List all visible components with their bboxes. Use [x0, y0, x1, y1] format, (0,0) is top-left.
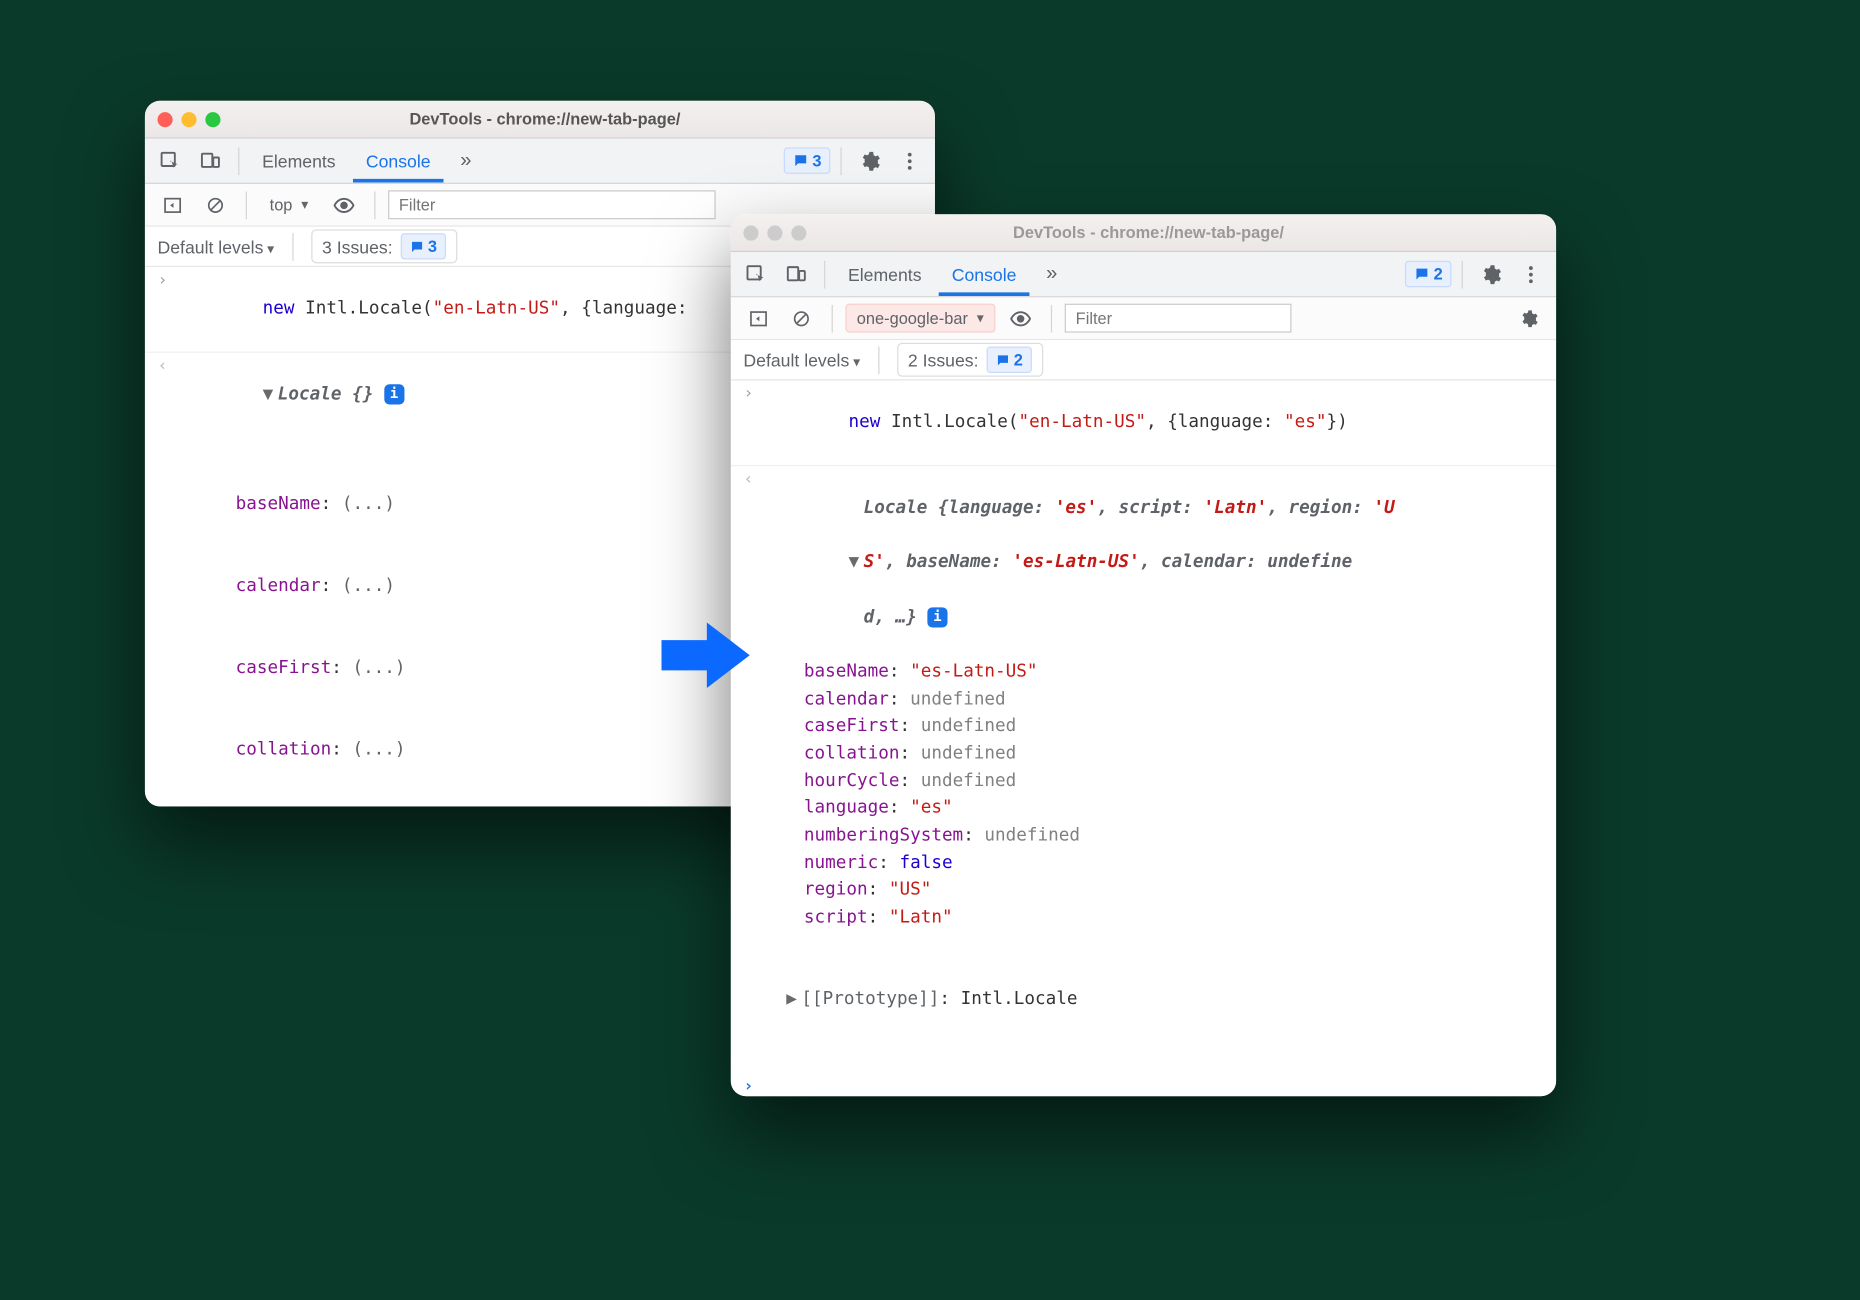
zoom-icon[interactable]	[791, 225, 806, 240]
tab-console[interactable]: Console	[353, 139, 443, 183]
issues-label: 3 Issues:	[322, 236, 393, 256]
inspect-icon[interactable]	[738, 256, 773, 291]
messages-badge[interactable]: 2	[1405, 261, 1452, 287]
traffic-lights	[158, 112, 221, 127]
window-title: DevTools - chrome://new-tab-page/	[231, 110, 860, 129]
object-summary: Locale {}	[278, 384, 374, 404]
return-arrow-icon: ‹	[150, 354, 175, 806]
arrow-right-icon	[662, 617, 750, 693]
separator	[238, 147, 239, 175]
console-result[interactable]: ‹ Locale {language: 'es', script: 'Latn'…	[731, 466, 1556, 1070]
messages-badge[interactable]: 3	[783, 147, 830, 173]
issues-button[interactable]: 3 Issues: 3	[311, 229, 457, 263]
main-tabbar: Elements Console » 2	[731, 252, 1556, 297]
filter-input[interactable]	[388, 190, 716, 219]
disclosure-expanded-icon[interactable]: ▼	[849, 550, 864, 577]
console-toolbar: one-google-bar	[731, 297, 1556, 340]
object-summary: Locale {language: 'es', script: 'Latn', …	[864, 497, 1395, 517]
issues-label: 2 Issues:	[908, 350, 979, 370]
more-tabs-icon[interactable]: »	[1034, 256, 1069, 291]
toggle-drawer-icon[interactable]	[155, 187, 190, 222]
titlebar: DevTools - chrome://new-tab-page/	[731, 214, 1556, 252]
gear-icon[interactable]	[1511, 301, 1546, 336]
chevron-right-icon: ›	[736, 1075, 761, 1096]
disclosure-collapsed-icon[interactable]: ▶	[786, 987, 801, 1014]
close-icon[interactable]	[743, 225, 758, 240]
window-title: DevTools - chrome://new-tab-page/	[816, 223, 1480, 242]
inspect-icon[interactable]	[152, 143, 187, 178]
separator	[1050, 304, 1051, 332]
messages-count: 2	[1434, 265, 1443, 284]
separator	[840, 147, 841, 175]
toggle-drawer-icon[interactable]	[741, 301, 776, 336]
console-entry[interactable]: › new Intl.Locale("en-Latn-US", {languag…	[731, 381, 1556, 467]
disclosure-expanded-icon[interactable]: ▼	[263, 381, 278, 408]
main-tabbar: Elements Console » 3	[145, 139, 935, 184]
traffic-lights	[743, 225, 806, 240]
console-output: › new Intl.Locale("en-Latn-US", {languag…	[731, 381, 1556, 1097]
context-selector[interactable]: one-google-bar	[845, 304, 995, 333]
separator	[832, 304, 833, 332]
issues-button[interactable]: 2 Issues: 2	[897, 343, 1043, 377]
tab-console[interactable]: Console	[939, 252, 1029, 296]
titlebar: DevTools - chrome://new-tab-page/	[145, 101, 935, 139]
device-toggle-icon[interactable]	[193, 143, 228, 178]
clear-console-icon[interactable]	[784, 301, 819, 336]
object-property: calendar: undefined	[804, 686, 1549, 713]
separator	[824, 260, 825, 288]
issues-count: 3	[428, 237, 437, 256]
kebab-icon[interactable]	[892, 143, 927, 178]
minimize-icon[interactable]	[767, 225, 782, 240]
devtools-window-after: DevTools - chrome://new-tab-page/ Elemen…	[731, 214, 1556, 1096]
object-property: caseFirst: undefined	[804, 713, 1549, 740]
separator	[1462, 260, 1463, 288]
object-property: baseName: "es-Latn-US"	[804, 659, 1549, 686]
clear-console-icon[interactable]	[198, 187, 233, 222]
levels-dropdown[interactable]: Default levels	[158, 236, 275, 256]
issues-bar: Default levels 2 Issues: 2	[731, 340, 1556, 380]
object-property: numberingSystem: undefined	[804, 823, 1549, 850]
chevron-right-icon: ›	[736, 382, 761, 464]
object-property: collation: undefined	[804, 741, 1549, 768]
messages-count: 3	[812, 151, 821, 170]
levels-dropdown[interactable]: Default levels	[743, 350, 860, 370]
object-property: script: "Latn"	[804, 905, 1549, 932]
gear-icon[interactable]	[852, 143, 887, 178]
minimize-icon[interactable]	[181, 112, 196, 127]
separator	[878, 346, 879, 374]
object-property: numeric: false	[804, 850, 1549, 877]
filter-input[interactable]	[1064, 304, 1291, 333]
separator	[374, 191, 375, 219]
close-icon[interactable]	[158, 112, 173, 127]
info-icon[interactable]: i	[384, 384, 404, 404]
gear-icon[interactable]	[1473, 256, 1508, 291]
more-tabs-icon[interactable]: »	[448, 143, 483, 178]
separator	[246, 191, 247, 219]
device-toggle-icon[interactable]	[779, 256, 814, 291]
tab-elements[interactable]: Elements	[249, 139, 348, 183]
live-expression-icon[interactable]	[1003, 301, 1038, 336]
console-prompt[interactable]: ›	[731, 1070, 1556, 1096]
object-tree: baseName: "es-Latn-US"calendar: undefine…	[764, 659, 1549, 932]
chevron-right-icon: ›	[150, 268, 175, 350]
issues-count: 2	[1014, 350, 1023, 369]
zoom-icon[interactable]	[205, 112, 220, 127]
live-expression-icon[interactable]	[326, 187, 361, 222]
object-property: language: "es"	[804, 795, 1549, 822]
kebab-icon[interactable]	[1513, 256, 1548, 291]
return-arrow-icon: ‹	[736, 468, 761, 1069]
separator	[292, 232, 293, 260]
context-selector[interactable]: top	[260, 192, 319, 218]
object-property: hourCycle: undefined	[804, 768, 1549, 795]
object-property: region: "US"	[804, 877, 1549, 904]
info-icon[interactable]: i	[927, 607, 947, 627]
tab-elements[interactable]: Elements	[835, 252, 934, 296]
